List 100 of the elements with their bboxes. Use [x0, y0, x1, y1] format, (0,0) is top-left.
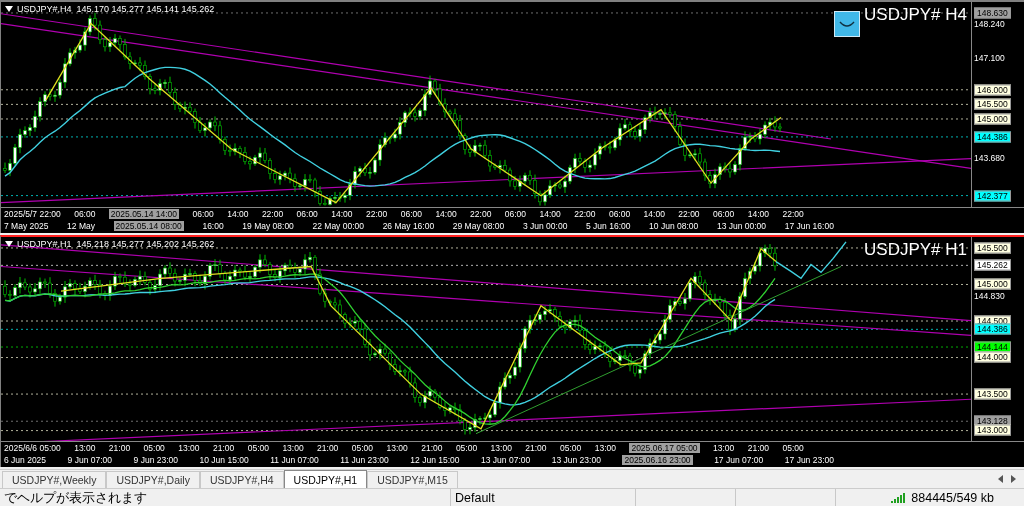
time-label: 06:00 [713, 208, 735, 219]
time-label: 2025/5/7 22:00 [4, 208, 61, 219]
time-label: 05:00 [247, 443, 269, 454]
time-label: 11 Jun 07:00 [270, 455, 319, 466]
price-tag: 146.000 [974, 84, 1011, 96]
time-label: 21:00 [108, 443, 131, 454]
time-label: 26 May 16:00 [382, 220, 435, 231]
time-label: 13:00 [74, 443, 96, 454]
chart-header: USDJPY#,H1 145.218 145.277 145.202 145.262 [17, 238, 215, 249]
time-label: 22:00 [366, 208, 388, 219]
time-label: 05:00 [455, 443, 478, 454]
price-tag: 145.000 [974, 278, 1011, 290]
time-label: 11 Jun 23:00 [340, 455, 389, 466]
time-label: 10 Jun 15:00 [199, 455, 249, 466]
time-label: 22:00 [782, 208, 804, 219]
time-label: 22:00 [574, 208, 596, 219]
time-label: 13:00 [713, 443, 735, 454]
time-label: 13:00 [490, 443, 512, 454]
time-label: 13:00 [178, 443, 200, 454]
time-label: 21:00 [212, 443, 235, 454]
forecast-line [775, 240, 847, 279]
time-label: 21:00 [317, 443, 339, 454]
chart-tab[interactable]: USDJPY#,H1 [283, 470, 368, 489]
time-marker: 2025.06.16 23:00 [622, 455, 693, 466]
time-marker: 2025.06.17 05:00 [629, 443, 700, 454]
time-marker: 2025.05.14 08:00 [113, 220, 184, 231]
scroll-left-icon[interactable] [998, 475, 1003, 484]
time-label: 14:00 [227, 208, 249, 219]
traffic-text: 884445/549 kb [911, 489, 994, 506]
time-label: 06:00 [504, 208, 527, 219]
time-label: 9 Jun 23:00 [133, 455, 178, 466]
time-label: 13 Jun 07:00 [481, 455, 531, 466]
chart-tab[interactable]: USDJPY#,H4 [199, 471, 284, 489]
time-label: 05:00 [782, 443, 804, 454]
price-tag: 148.630 [974, 7, 1011, 19]
time-label: 22:00 [470, 208, 492, 219]
time-label: 16:00 [202, 220, 224, 231]
time-label: 13:00 [282, 443, 304, 454]
time-label: 3 Jun 00:00 [522, 220, 568, 231]
price-tag: 145.000 [974, 113, 1011, 125]
time-label: 12 Jun 15:00 [410, 455, 460, 466]
time-label: 19 May 08:00 [242, 220, 294, 231]
profile-name: Default [455, 489, 495, 506]
dropdown-triangle-icon[interactable] [5, 240, 13, 247]
time-label: 22 May 00:00 [312, 220, 364, 231]
price-label: 147.100 [974, 53, 1005, 63]
price-tag: 144.386 [974, 131, 1011, 143]
price-label: 143.680 [974, 153, 1005, 163]
chart-panel[interactable] [0, 234, 1024, 468]
time-label: 7 May 2025 [4, 220, 49, 231]
time-label: 14:00 [331, 208, 353, 219]
price-tag: 145.500 [974, 242, 1011, 253]
time-label: 2025/6/6 05:00 [4, 443, 61, 454]
time-label: 06:00 [400, 208, 422, 219]
chart-tab[interactable]: USDJPY#,M15 [367, 471, 458, 489]
price-tag: 144.000 [974, 351, 1011, 363]
time-label: 17 Jun 16:00 [784, 220, 834, 231]
chart-header: USDJPY#,H4 145.170 145.277 145.141 145.262 [17, 4, 215, 14]
chart-tab[interactable]: USDJPY#,Weekly [2, 471, 107, 489]
time-label: 13:00 [386, 443, 408, 454]
time-label: 14:00 [435, 208, 457, 219]
logo-icon [834, 11, 860, 37]
chart-panel[interactable] [0, 0, 1024, 233]
price-label: 148.240 [974, 19, 1005, 29]
time-label: 21:00 [525, 443, 547, 454]
time-label: 14:00 [539, 208, 561, 219]
time-label: 9 Jun 07:00 [67, 455, 113, 466]
dropdown-triangle-icon[interactable] [5, 6, 13, 12]
price-tag: 144.144 [974, 341, 1011, 353]
price-tag: 143.000 [974, 424, 1011, 436]
time-label: 06:00 [296, 208, 318, 219]
status-help-text: でヘルプが表示されます [4, 489, 147, 506]
price-label: 144.830 [974, 291, 1005, 301]
time-label: 13:00 [594, 443, 616, 454]
chart-tab[interactable]: USDJPY#,Daily [106, 471, 200, 489]
time-label: 14:00 [643, 208, 665, 219]
price-tag: 142.377 [974, 190, 1011, 202]
time-label: 06:00 [192, 208, 214, 219]
time-label: 22:00 [261, 208, 284, 219]
time-label: 06:00 [608, 208, 631, 219]
price-tag: 143.500 [974, 388, 1011, 400]
time-label: 10 Jun 08:00 [649, 220, 699, 231]
time-label: 22:00 [678, 208, 700, 219]
price-tag: 145.500 [974, 98, 1011, 110]
time-label: 13 Jun 00:00 [716, 220, 767, 231]
time-label: 21:00 [421, 443, 443, 454]
time-label: 05:00 [143, 443, 165, 454]
time-label: 12 May [67, 220, 95, 231]
time-label: 14:00 [747, 208, 769, 219]
time-label: 05:00 [351, 443, 374, 454]
time-label: 21:00 [747, 443, 769, 454]
time-label: 17 Jun 23:00 [784, 455, 834, 466]
symbol-title: USDJPY# H4 [864, 5, 967, 25]
connection-bars-icon [891, 492, 908, 503]
time-label: 05:00 [560, 443, 582, 454]
time-label: 5 Jun 16:00 [586, 220, 631, 231]
time-label: 29 May 08:00 [452, 220, 505, 231]
symbol-title: USDJPY# H1 [864, 239, 967, 260]
scroll-right-icon[interactable] [1011, 475, 1016, 484]
time-marker: 2025.05.14 14:00 [108, 208, 180, 219]
